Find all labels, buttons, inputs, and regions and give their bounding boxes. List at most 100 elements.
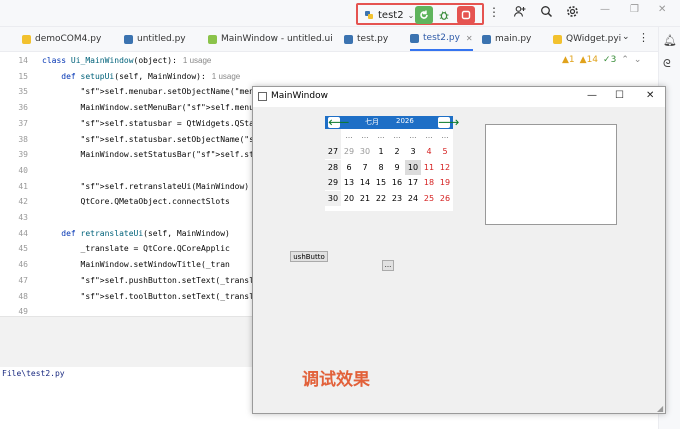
tab-mainwindow-ui[interactable]: MainWindow - untitled.ui	[208, 27, 333, 51]
calendar-day[interactable]: 18	[421, 175, 437, 190]
code-line: def setupUi(self, MainWindow): 1 usage	[42, 72, 240, 81]
tab-label: main.py	[495, 34, 532, 44]
add-user-icon[interactable]	[513, 5, 526, 18]
usage-hint[interactable]: 1 usage	[183, 56, 211, 65]
tab-label: MainWindow - untitled.ui	[221, 34, 333, 44]
restore-window-icon[interactable]: ❐	[630, 4, 639, 15]
chevron-up-icon[interactable]: ⌃	[621, 55, 629, 65]
calendar-day[interactable]: 20	[341, 191, 357, 206]
calendar-day[interactable]: 15	[373, 175, 389, 190]
notifications-bell-icon[interactable]: 🔔︎	[663, 34, 677, 47]
code-token: (object):	[133, 56, 177, 65]
calendar-day[interactable]: 25	[421, 191, 437, 206]
calendar-day[interactable]: 5	[437, 144, 453, 159]
calendar-day[interactable]: 24	[405, 191, 421, 206]
tab-untitled-py[interactable]: untitled.py	[124, 27, 186, 51]
line-number: 36	[18, 103, 28, 113]
weekday-header: …	[345, 132, 353, 140]
rerun-icon	[420, 10, 428, 19]
maximize-icon[interactable]: ☐	[615, 90, 624, 101]
calendar-day[interactable]: 12	[437, 160, 453, 175]
tab-test-py[interactable]: test.py	[344, 27, 388, 51]
search-icon[interactable]	[540, 5, 553, 18]
close-tab-icon[interactable]: ✕	[466, 34, 473, 43]
close-icon[interactable]: ✕	[646, 90, 654, 101]
next-month-button[interactable]: 🡒	[438, 117, 459, 128]
calendar-day[interactable]: 30	[357, 144, 373, 159]
prev-month-button[interactable]: 🡐	[328, 117, 349, 128]
window-icon	[258, 92, 267, 101]
weekday-header: …	[393, 132, 401, 140]
chevron-down-icon: ⌄	[407, 10, 415, 20]
week-number: 27	[325, 144, 341, 160]
chevron-down-icon[interactable]: ⌄	[622, 32, 630, 42]
tool-button[interactable]: ...	[382, 260, 394, 271]
line-number: 46	[18, 260, 28, 270]
calendar-month[interactable]: 七月	[365, 117, 379, 127]
calendar-day[interactable]: 6	[341, 160, 357, 175]
line-number: 42	[18, 197, 28, 207]
debug-button[interactable]	[435, 6, 453, 24]
inspection-widget[interactable]: ▲1 ▲14 ✓3 ⌃ ⌄	[562, 55, 641, 65]
calendar-day[interactable]: 13	[341, 175, 357, 190]
calendar-day[interactable]: 16	[389, 175, 405, 190]
tab-democom4[interactable]: demoCOM4.py	[22, 27, 101, 51]
code-editor[interactable]: class Ui_MainWindow(object): 1 usage def …	[42, 52, 262, 317]
calendar-day[interactable]: 26	[437, 191, 453, 206]
run-config-label: test2	[378, 9, 404, 21]
line-number-gutter: 141535363738394041424344454647484950	[0, 52, 40, 332]
calendar-day[interactable]: 17	[405, 175, 421, 190]
more-vertical-icon[interactable]: ⋮	[638, 31, 649, 44]
minimize-icon[interactable]: —	[587, 90, 597, 101]
calendar-day[interactable]: 22	[373, 191, 389, 206]
python-file-icon	[344, 34, 353, 44]
code-line: "sf">self.toolButton.setText(_transl	[80, 291, 254, 301]
calendar-day[interactable]: 23	[389, 191, 405, 206]
calendar-day[interactable]: 21	[357, 191, 373, 206]
chevron-down-icon[interactable]: ⌄	[634, 55, 642, 65]
rerun-button[interactable]	[415, 6, 433, 24]
tab-main-py[interactable]: main.py	[482, 27, 531, 51]
calendar-day[interactable]: 9	[389, 160, 405, 175]
line-number: 44	[18, 228, 28, 238]
mainwindow-preview: MainWindow — ☐ ✕ 🡐 七月 2026 🡒 ………………… 27 29…	[252, 86, 666, 414]
debug-effect-caption: 调试效果	[302, 370, 370, 390]
calendar-widget[interactable]: 🡐 七月 2026 🡒 ………………… 27 29 30 1 2 3 4 5 28 6 7 8 9 10 11…	[325, 116, 459, 211]
tab-test2-py[interactable]: test2.py ✕	[410, 27, 473, 51]
debug-bug-icon	[439, 11, 449, 20]
tab-qwidget-pyi[interactable]: QWidget.pyi	[553, 27, 621, 51]
calendar-day[interactable]: 14	[357, 175, 373, 190]
calendar-year[interactable]: 2026	[396, 117, 414, 125]
run-config-selector[interactable]: test2 ⌄	[364, 7, 414, 23]
code-token: def	[42, 228, 81, 238]
calendar-day[interactable]: 11	[421, 160, 437, 175]
calendar-day[interactable]: 4	[421, 144, 437, 159]
week-number: 28	[325, 159, 341, 175]
text-edit-box[interactable]	[485, 124, 617, 225]
stop-button[interactable]	[457, 6, 475, 24]
calendar-day[interactable]: 3	[405, 144, 421, 159]
editor-tab-bar: demoCOM4.py untitled.py MainWindow - unt…	[0, 27, 680, 52]
line-number: 39	[18, 150, 28, 160]
close-window-icon[interactable]: ✕	[658, 4, 666, 15]
calendar-day[interactable]: 10	[405, 159, 421, 175]
line-number: 47	[18, 275, 28, 285]
calendar-day[interactable]: 8	[373, 160, 389, 175]
minimize-window-icon[interactable]: —	[600, 4, 610, 15]
push-button[interactable]: ushButto	[290, 251, 328, 262]
ai-assistant-icon[interactable]: ᘓ	[663, 57, 671, 71]
tab-label: QWidget.pyi	[566, 34, 622, 44]
resize-grip-icon[interactable]: ◢	[657, 404, 663, 413]
calendar-day[interactable]: 1	[373, 144, 389, 159]
title-toolbar: test2 ⌄ ⋮ — ❐ ✕	[0, 0, 680, 27]
calendar-nav-bar: 🡐 七月 2026 🡒	[325, 116, 459, 129]
calendar-day[interactable]: 19	[437, 175, 453, 190]
line-number: 49	[18, 307, 28, 317]
more-vertical-icon[interactable]: ⋮	[488, 5, 500, 19]
calendar-day[interactable]: 29	[341, 144, 357, 159]
gear-icon[interactable]	[566, 5, 579, 18]
usage-hint[interactable]: 1 usage	[212, 72, 240, 81]
run-controls-highlight: test2 ⌄	[356, 3, 484, 25]
calendar-day[interactable]: 7	[357, 160, 373, 175]
calendar-day[interactable]: 2	[389, 144, 405, 159]
